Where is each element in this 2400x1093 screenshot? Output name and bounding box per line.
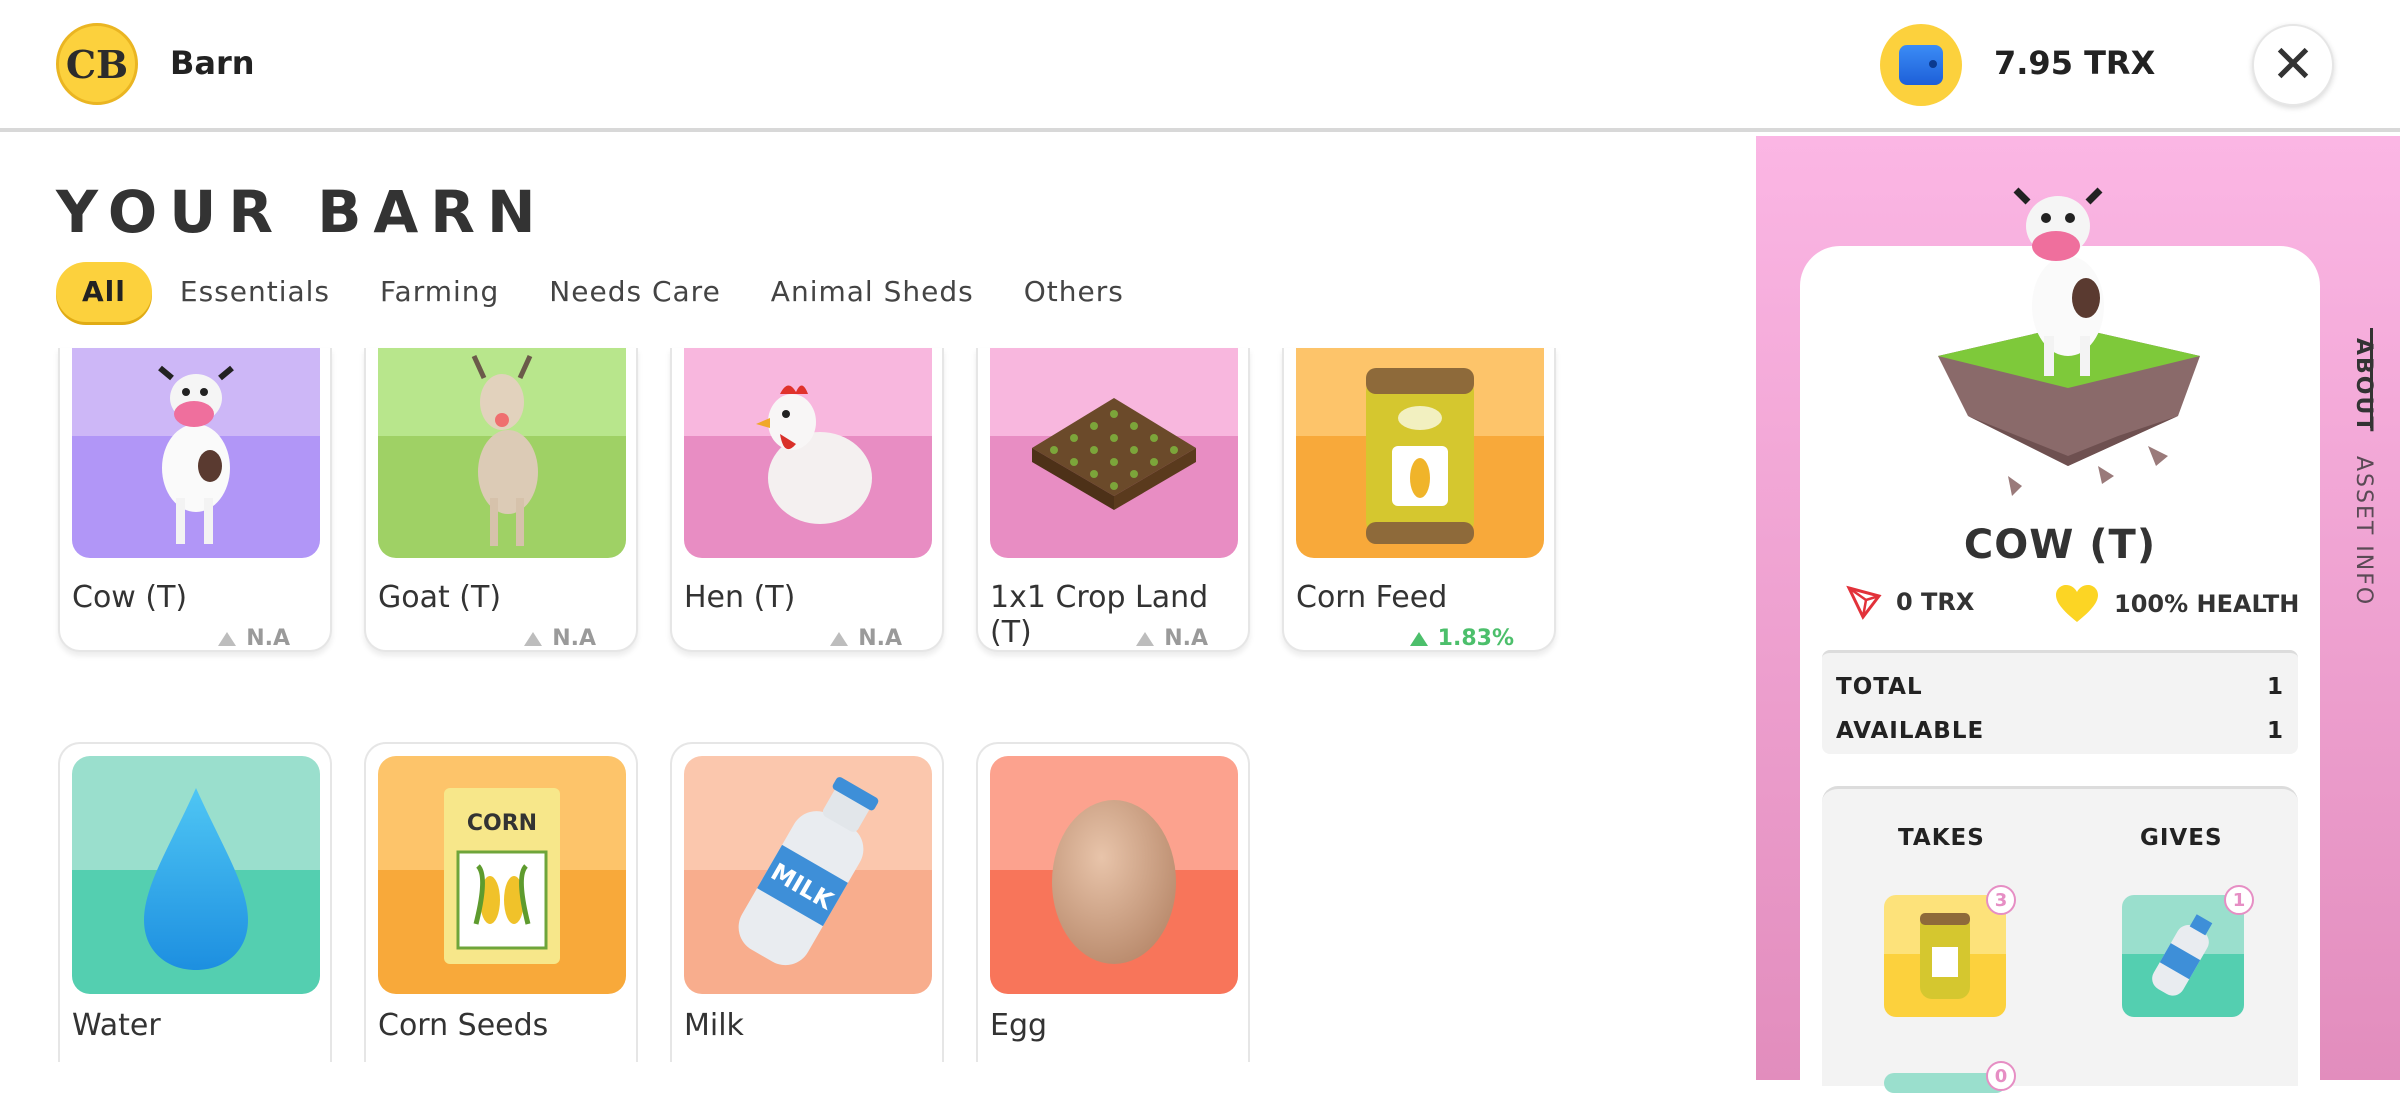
app-header: CB Barn 7.95 TRX ✕ <box>0 0 2400 132</box>
item-price-change: N.A <box>1136 626 1208 651</box>
egg-icon <box>990 756 1238 994</box>
page-title: YOUR BARN <box>56 178 548 246</box>
hen-icon <box>684 348 932 558</box>
tab-about[interactable]: ABOUT <box>2351 338 2376 433</box>
corn-feed-icon[interactable] <box>1884 895 2006 1017</box>
takes-gives-section: TAKES GIVES 3 1 0 <box>1822 786 2298 1093</box>
item-name: Milk <box>684 1008 744 1043</box>
gives-count-badge: 1 <box>2224 885 2254 915</box>
category-tabs: All Essentials Farming Needs Care Animal… <box>56 262 1148 322</box>
item-name: Cow (T) <box>72 580 188 615</box>
item-price-change: N.A <box>524 626 596 651</box>
item-card-corn-seeds[interactable]: CORN Corn Seeds <box>364 742 638 1062</box>
tab-needs-care[interactable]: Needs Care <box>527 262 743 322</box>
item-name: Water <box>72 1008 161 1043</box>
takes-count-badge: 3 <box>1986 885 2016 915</box>
item-card-hen[interactable]: Hen (T) N.A <box>670 348 944 652</box>
cow-icon <box>72 348 320 558</box>
item-card-water[interactable]: Water <box>58 742 332 1062</box>
item-card-corn-feed[interactable]: Corn Feed 1.83% <box>1282 348 1556 652</box>
close-icon: ✕ <box>2271 35 2315 95</box>
available-row: AVAILABLE 1 <box>1836 718 2284 744</box>
app-logo: CB <box>56 23 138 105</box>
wallet-balance: 7.95 TRX <box>1994 44 2156 82</box>
barn-main: YOUR BARN All Essentials Farming Needs C… <box>0 136 1756 1080</box>
app-title: Barn <box>170 44 255 82</box>
item-card-milk[interactable]: MILK Milk <box>670 742 944 1062</box>
item-name: Egg <box>990 1008 1048 1043</box>
trend-icon <box>1136 631 1155 646</box>
svg-text:CORN: CORN <box>467 811 537 836</box>
item-price-change: N.A <box>218 626 290 651</box>
wallet-icon[interactable] <box>1880 24 1962 106</box>
asset-health: 100% HEALTH <box>2054 584 2299 624</box>
total-row: TOTAL 1 <box>1836 674 2284 700</box>
quantity-summary: TOTAL 1 AVAILABLE 1 <box>1822 650 2298 754</box>
tron-icon <box>1846 585 1882 620</box>
item-card-crop-land[interactable]: 1x1 Crop Land (T) N.A <box>976 348 1250 652</box>
corn-seeds-icon: CORN <box>378 756 626 994</box>
tab-others[interactable]: Others <box>1002 262 1146 322</box>
item-name: 1x1 Crop Land (T) <box>990 580 1209 650</box>
milk-bottle-icon[interactable] <box>2122 895 2244 1017</box>
item-price-change: 1.83% <box>1409 626 1514 651</box>
water-drop-icon <box>72 756 320 994</box>
cow-icon <box>1938 187 2200 496</box>
tab-asset-info[interactable]: ASSET INFO <box>2351 456 2376 606</box>
heart-icon <box>2056 585 2098 622</box>
takes-count-badge: 0 <box>1986 1061 2016 1091</box>
asset-name: COW (T) <box>1963 522 2157 568</box>
item-name: Corn Seeds <box>378 1008 549 1043</box>
asset-price: 0 TRX <box>1846 584 1974 620</box>
trend-up-icon <box>1409 631 1428 646</box>
tab-animal-sheds[interactable]: Animal Sheds <box>749 262 996 322</box>
item-card-cow[interactable]: Cow (T) N.A <box>58 348 332 652</box>
trend-icon <box>524 631 543 646</box>
item-card-goat[interactable]: Goat (T) N.A <box>364 348 638 652</box>
trend-icon <box>830 631 849 646</box>
item-name: Goat (T) <box>378 580 502 615</box>
item-card-egg[interactable]: Egg <box>976 742 1250 1062</box>
item-name: Hen (T) <box>684 580 796 615</box>
corn-feed-icon <box>1296 348 1544 558</box>
side-tabs: ABOUT ASSET INFO <box>2336 320 2376 620</box>
close-button[interactable]: ✕ <box>2252 24 2334 106</box>
trend-icon <box>218 631 237 646</box>
crop-land-icon <box>990 348 1238 558</box>
gives-heading: GIVES <box>2140 825 2223 851</box>
takes-heading: TAKES <box>1898 825 1985 851</box>
item-name: Corn Feed <box>1296 580 1448 615</box>
tab-essentials[interactable]: Essentials <box>158 262 352 322</box>
item-price-change: N.A <box>830 626 902 651</box>
tab-farming[interactable]: Farming <box>358 262 521 322</box>
goat-icon <box>378 348 626 558</box>
tab-all[interactable]: All <box>56 262 152 322</box>
milk-bottle-icon: MILK <box>684 756 932 994</box>
